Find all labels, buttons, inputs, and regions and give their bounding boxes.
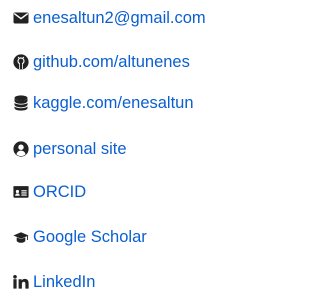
contact-links-list: enesaltun2@gmail.com github.com/altunene… [0,0,254,299]
id-card-icon [13,184,29,200]
personal-site-link-label: personal site [33,140,127,158]
github-icon [13,54,29,70]
google-scholar-link[interactable]: Google Scholar [0,225,147,249]
email-link[interactable]: enesaltun2@gmail.com [0,6,206,30]
personal-site-link[interactable]: personal site [0,137,127,161]
graduation-cap-icon [13,229,29,245]
google-scholar-link-label: Google Scholar [33,228,147,246]
linkedin-icon [13,274,29,290]
kaggle-link-label: kaggle.com/enesaltun [33,94,194,112]
user-circle-icon [13,141,29,157]
github-link-label: github.com/altunenes [33,53,190,71]
linkedin-link[interactable]: LinkedIn [0,270,95,294]
email-link-label: enesaltun2@gmail.com [33,9,206,27]
github-link[interactable]: github.com/altunenes [0,50,190,74]
orcid-link-label: ORCID [33,183,87,201]
database-icon [13,95,29,111]
kaggle-link[interactable]: kaggle.com/enesaltun [0,91,194,115]
envelope-icon [13,10,29,26]
linkedin-link-label: LinkedIn [33,273,96,291]
orcid-link[interactable]: ORCID [0,180,86,204]
